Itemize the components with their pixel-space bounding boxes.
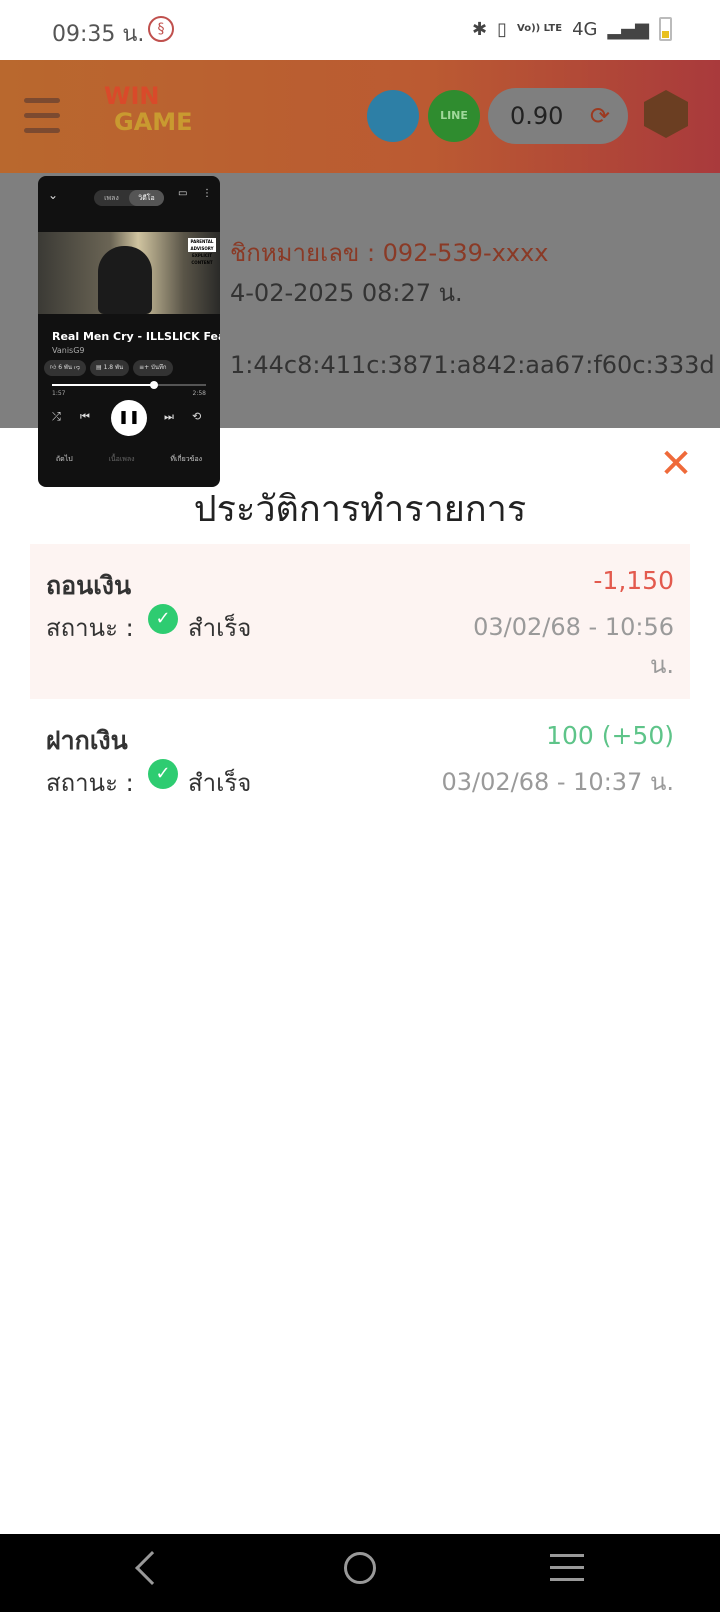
tab-song[interactable]: เพลง — [94, 190, 129, 206]
parental-advisory-label: PARENTAL ADVISORY EXPLICIT CONTENT — [188, 238, 216, 265]
rank-badge-icon[interactable] — [644, 90, 688, 138]
logo-word-win: WIN — [104, 82, 160, 110]
line-icon[interactable]: LINE — [428, 90, 480, 142]
player-bottom-tabs: ถัดไป เนื้อเพลง ที่เกี่ยวข้อง — [38, 454, 220, 465]
check-circle-icon: ✓ — [148, 759, 178, 789]
status-icons: ✱ ▯ Vo)) LTE 4G ▂▄▆ — [472, 14, 672, 44]
menu-icon[interactable] — [24, 98, 60, 134]
app-header: WIN GAME LINE 0.90 ⟳ — [0, 60, 720, 173]
tab-next[interactable]: ถัดไป — [56, 454, 73, 465]
notification-app-icon: § — [148, 16, 174, 42]
next-icon[interactable]: ⏭︎ — [164, 410, 174, 424]
transaction-type: ถอนเงิน — [46, 571, 132, 600]
close-icon[interactable]: ✕ — [658, 444, 694, 484]
save-label: บันทึก — [151, 364, 167, 371]
app-logo: WIN GAME — [100, 80, 210, 144]
song-video-toggle[interactable]: เพลง วิดีโอ — [94, 190, 164, 206]
thumbs-up-icon: 👍︎ — [50, 364, 59, 371]
system-nav-bar — [0, 1534, 720, 1612]
transaction-type: ฝากเงิน — [46, 726, 128, 755]
pause-button[interactable]: ❚❚ — [111, 400, 147, 436]
chevron-down-icon[interactable]: ⌄ — [48, 188, 58, 202]
repeat-icon[interactable]: ⟲ — [192, 410, 201, 423]
progress-knob[interactable] — [149, 381, 158, 389]
status-value: สำเร็จ — [188, 769, 252, 797]
song-artist: VanisG9 — [52, 346, 85, 355]
status-label: สถานะ : — [46, 614, 134, 642]
status-time: 09:35 น. — [52, 22, 145, 47]
like-count: 6 พัน — [58, 364, 72, 371]
transaction-amount: 100 (+50) — [546, 721, 674, 750]
tab-related[interactable]: ที่เกี่ยวข้อง — [170, 454, 202, 465]
tab-lyrics[interactable]: เนื้อเพลง — [108, 454, 134, 465]
time-elapsed: 1:57 — [52, 390, 66, 397]
transaction-row: ถอนเงิน -1,150 สถานะ : ✓ สำเร็จ 03/02/68… — [30, 544, 690, 699]
progress-fill — [52, 384, 154, 386]
bluetooth-icon: ✱ — [472, 18, 488, 40]
comment-count: 1.8 พัน — [103, 364, 124, 371]
more-icon[interactable]: ⋮ — [202, 188, 212, 199]
logo-word-game: GAME — [114, 108, 193, 136]
action-chips: 👍︎ 6 พัน 👎︎ ▤ 1.8 พัน ≡+ บันทึก — [44, 360, 220, 376]
playback-controls: ⤮ ⏮︎ ❚❚ ⏭︎ ⟲ — [52, 400, 206, 436]
thumbs-down-icon: 👎︎ — [73, 364, 80, 371]
previous-icon[interactable]: ⏮︎ — [80, 410, 90, 424]
refresh-icon[interactable]: ⟳ — [590, 102, 610, 130]
status-bar: 09:35 น. § ✱ ▯ Vo)) LTE 4G ▂▄▆ — [0, 0, 720, 60]
time-total: 2:58 — [192, 390, 206, 397]
mini-music-player[interactable]: ⌄ เพลง วิดีโอ ▭ ⋮ PARENTAL ADVISORY EXPL… — [38, 176, 220, 487]
comments-chip[interactable]: ▤ 1.8 พัน — [89, 360, 130, 376]
cast-icon[interactable]: ▭ — [178, 188, 187, 199]
ip-address-text: 1:44c8:411c:3871:a842:aa67:f60c:333d — [230, 351, 715, 379]
recents-icon[interactable] — [550, 1554, 584, 1590]
hooded-figure — [98, 246, 152, 314]
member-phone-text: ชิกหมายเลข : 092-539-xxxx — [230, 239, 549, 267]
check-circle-icon: ✓ — [148, 604, 178, 634]
status-label: สถานะ : — [46, 769, 134, 797]
transaction-history-modal: ✕ ประวัติการทำรายการ ถอนเงิน -1,150 สถาน… — [0, 428, 720, 1534]
comment-icon: ▤ — [95, 364, 104, 371]
status-value: สำเร็จ — [188, 614, 252, 642]
back-icon[interactable] — [135, 1551, 169, 1585]
signal-icon: ▂▄▆ — [607, 18, 649, 40]
home-icon[interactable] — [344, 1552, 376, 1584]
progress-bar[interactable] — [52, 381, 206, 389]
transaction-time: 03/02/68 - 10:37 น. — [441, 768, 674, 796]
balance-value: 0.90 — [510, 102, 564, 130]
network-label: 4G — [572, 18, 598, 40]
transaction-row: ฝากเงิน 100 (+50) สถานะ : ✓ สำเร็จ 03/02… — [30, 699, 690, 799]
album-art: PARENTAL ADVISORY EXPLICIT CONTENT — [38, 232, 220, 314]
tab-video[interactable]: วิดีโอ — [129, 190, 164, 206]
like-chip[interactable]: 👍︎ 6 พัน 👎︎ — [44, 360, 86, 376]
battery-icon — [659, 17, 672, 41]
vibrate-icon: ▯ — [497, 18, 507, 40]
song-title: Real Men Cry - ILLSLICK Feat — [52, 330, 220, 343]
modal-title: ประวัติการทำรายการ — [193, 489, 527, 530]
balance-pill: 0.90 ⟳ — [488, 88, 628, 144]
volte-icon: Vo)) LTE — [517, 23, 563, 34]
shuffle-icon[interactable]: ⤮ — [52, 410, 61, 424]
telegram-icon[interactable] — [367, 90, 419, 142]
transaction-amount: -1,150 — [593, 566, 674, 595]
playlist-add-icon: ≡+ — [139, 364, 152, 371]
transaction-time: 03/02/68 - 10:56 น. — [473, 613, 674, 679]
save-chip[interactable]: ≡+ บันทึก — [133, 360, 173, 376]
login-date-text: 4-02-2025 08:27 น. — [230, 279, 463, 307]
